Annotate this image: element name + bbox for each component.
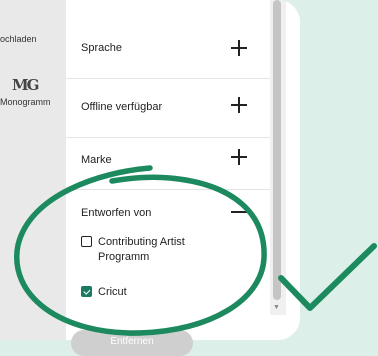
filter-list: Sprache Offline verfügbar Marke Entworfe… (66, 0, 270, 340)
filter-row-label: Offline verfügbar (81, 101, 163, 113)
filter-row-label: Marke (81, 154, 112, 166)
plus-icon[interactable] (231, 97, 247, 113)
scrollbar[interactable]: ▼ (270, 0, 286, 315)
checkbox-unchecked[interactable] (81, 236, 92, 247)
minus-icon[interactable] (231, 211, 247, 213)
rail-item-monogram-label[interactable]: Monogramm (0, 97, 51, 107)
filter-row-label: Sprache (81, 42, 122, 54)
checkbox-option-label: Contributing Artist Programm (98, 236, 185, 263)
checkbox-option-label: Cricut (98, 286, 127, 298)
left-rail: ochladen MG Monogramm (0, 0, 66, 340)
rail-item-download-label[interactable]: ochladen (0, 34, 37, 44)
remove-button[interactable]: Entfernen (71, 330, 193, 356)
filter-row-brand[interactable]: Marke (66, 131, 270, 190)
checkbox-checked[interactable] (81, 286, 92, 297)
monogram-icon[interactable]: MG (12, 76, 39, 94)
scrollbar-thumb[interactable] (273, 0, 281, 300)
plus-icon[interactable] (231, 149, 247, 165)
plus-icon[interactable] (231, 40, 247, 56)
filter-panel: ochladen MG Monogramm Sprache Offline ve… (0, 0, 300, 340)
scroll-down-arrow-icon[interactable]: ▼ (273, 304, 280, 312)
designed-by-label[interactable]: Entworfen von (81, 207, 151, 219)
filter-row-offline[interactable]: Offline verfügbar (66, 79, 270, 138)
filter-row-language[interactable]: Sprache (66, 20, 270, 79)
